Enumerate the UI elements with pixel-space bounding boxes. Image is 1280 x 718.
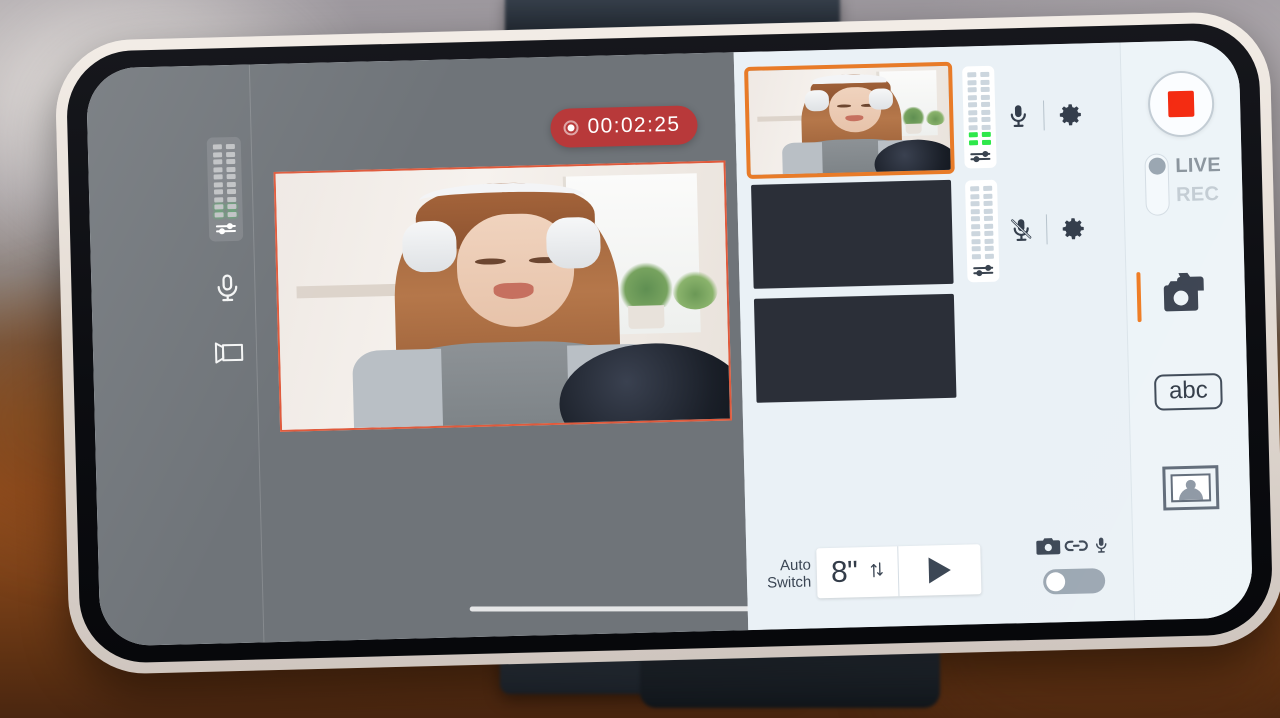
source-fader-icon[interactable] bbox=[973, 264, 994, 279]
multi-camera-icon bbox=[1154, 268, 1217, 325]
source-meter-column-left bbox=[970, 186, 981, 260]
source-controls-divider bbox=[1045, 214, 1048, 245]
main-preview-image bbox=[275, 162, 732, 432]
source-gear-icon[interactable] bbox=[1059, 214, 1088, 243]
piano-black-keys bbox=[751, 180, 951, 185]
preview-video-camera-icon[interactable] bbox=[213, 339, 246, 369]
rail-item-text-overlay[interactable]: abc bbox=[1129, 361, 1248, 422]
source-gear-icon[interactable] bbox=[1056, 100, 1085, 129]
preview-meter-column-right bbox=[225, 143, 237, 217]
duration-selector[interactable]: 8" bbox=[816, 546, 900, 599]
picture-frame-icon bbox=[1162, 465, 1220, 511]
source-meter-column-right bbox=[983, 186, 994, 259]
live-rec-mode-toggle[interactable]: LIVE REC bbox=[1144, 152, 1222, 216]
preview-audio-meter bbox=[206, 136, 244, 242]
source-audio-meter bbox=[962, 65, 997, 169]
record-dot-icon bbox=[563, 119, 579, 136]
microphone-icon bbox=[1092, 534, 1111, 561]
sources-pane: Auto Switch 8" bbox=[733, 42, 1135, 631]
source-row bbox=[734, 57, 1123, 181]
swap-vertical-icon[interactable] bbox=[867, 559, 886, 584]
source-thumbnail-piano-keys[interactable] bbox=[751, 179, 954, 289]
mode-label-live[interactable]: LIVE bbox=[1175, 154, 1221, 178]
auto-switch-label: Auto Switch bbox=[766, 556, 812, 592]
main-preview-video[interactable] bbox=[273, 160, 732, 432]
source-controls-divider bbox=[1042, 100, 1045, 131]
recording-timer-text: 00:02:25 bbox=[587, 112, 681, 139]
record-stop-square-icon bbox=[1167, 90, 1195, 118]
control-rail: LIVE REC abc bbox=[1119, 39, 1254, 621]
mode-label-rec[interactable]: REC bbox=[1176, 183, 1222, 207]
scene-background: 00:02:25 Auto Switch 8" LIVE REC abc bbox=[0, 0, 1280, 718]
play-button[interactable] bbox=[898, 544, 981, 596]
play-icon bbox=[928, 556, 951, 584]
source-controls bbox=[1005, 99, 1085, 131]
phone-device: 00:02:25 Auto Switch 8" LIVE REC abc bbox=[54, 10, 1280, 676]
source-thumbnail-singer[interactable] bbox=[744, 61, 955, 180]
preview-microphone-icon[interactable] bbox=[212, 270, 243, 310]
mode-toggle-track[interactable] bbox=[1144, 153, 1170, 216]
mode-toggle-knob[interactable] bbox=[1148, 157, 1166, 175]
auto-switch-control: 8" bbox=[816, 544, 981, 599]
source-controls bbox=[1008, 213, 1088, 245]
source-row bbox=[740, 284, 1129, 408]
camera-icon bbox=[1036, 537, 1061, 561]
link-icon bbox=[1064, 537, 1089, 559]
audio-link-group bbox=[1036, 534, 1111, 595]
source-thumbnail-piano-player[interactable] bbox=[753, 293, 957, 403]
phone-bezel: 00:02:25 Auto Switch 8" LIVE REC abc bbox=[65, 22, 1274, 664]
home-indicator-bar bbox=[469, 606, 770, 612]
source-microphone-muted-icon[interactable] bbox=[1008, 215, 1035, 246]
source-meter-column-right bbox=[980, 72, 992, 145]
preview-left-toolbar bbox=[196, 136, 258, 370]
rail-selection-indicator bbox=[1136, 272, 1142, 323]
auto-switch-label-line2: Switch bbox=[766, 573, 812, 592]
recording-timer-badge: 00:02:25 bbox=[550, 105, 698, 148]
preview-meter-column-left bbox=[212, 144, 224, 217]
source-meter-column-left bbox=[967, 72, 979, 146]
source-row bbox=[737, 170, 1126, 294]
source-audio-meter bbox=[964, 179, 1000, 283]
audio-link-icons bbox=[1036, 534, 1111, 563]
rail-item-multi-camera[interactable] bbox=[1126, 265, 1245, 326]
source-fader-icon[interactable] bbox=[970, 150, 991, 165]
auto-switch-label-line1: Auto bbox=[779, 556, 812, 575]
rail-item-picture-frame[interactable] bbox=[1131, 457, 1250, 518]
phone-screen: 00:02:25 Auto Switch 8" LIVE REC abc bbox=[85, 39, 1254, 647]
abc-text-icon: abc bbox=[1153, 373, 1224, 411]
audio-link-toggle[interactable] bbox=[1042, 568, 1106, 595]
preview-audio-meter-columns bbox=[212, 143, 237, 217]
mode-toggle-labels: LIVE REC bbox=[1175, 152, 1222, 207]
record-stop-button[interactable] bbox=[1147, 70, 1215, 138]
duration-value: 8" bbox=[830, 555, 858, 589]
preview-fader-icon[interactable] bbox=[215, 221, 237, 236]
source-microphone-icon[interactable] bbox=[1005, 101, 1032, 132]
preview-pane: 00:02:25 bbox=[85, 52, 770, 647]
